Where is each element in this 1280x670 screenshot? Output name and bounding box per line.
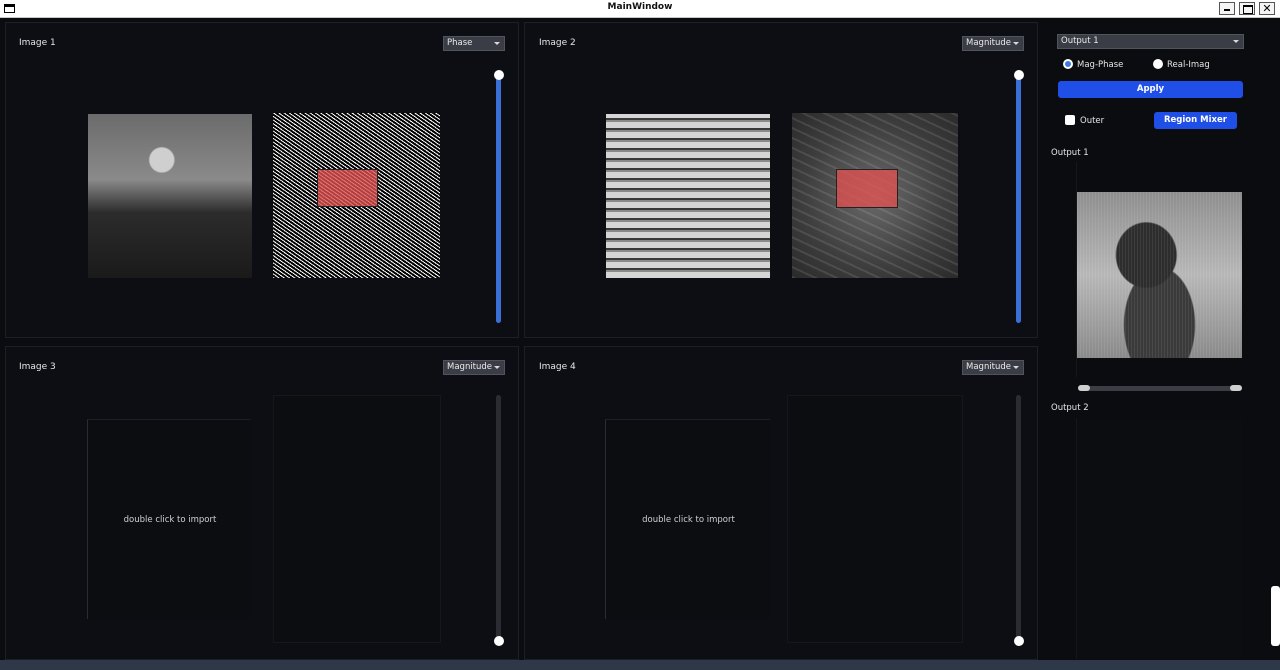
image-4-component-select[interactable]: Magnitude (962, 360, 1024, 375)
image-3-label: Image 3 (19, 362, 56, 372)
output-1-scrollbar[interactable] (1078, 386, 1242, 391)
image-3-weight-slider-track[interactable] (496, 395, 501, 641)
image-2-component-select[interactable]: Magnitude (962, 36, 1024, 51)
outer-label: Outer (1080, 116, 1105, 126)
image-1-region-selector[interactable] (317, 169, 378, 207)
image-panel-2: Image 2 Magnitude (524, 22, 1038, 338)
mag-phase-label: Mag-Phase (1077, 60, 1124, 70)
real-imag-radio[interactable] (1153, 59, 1163, 69)
close-icon: ✕ (1262, 2, 1272, 15)
maximize-button[interactable] (1239, 2, 1255, 15)
output-1-view (1077, 192, 1242, 358)
output-1-scroll-right[interactable] (1230, 385, 1242, 391)
output-target-select[interactable]: Output 1 (1057, 34, 1244, 49)
image-3-weight-slider-handle[interactable] (494, 636, 504, 646)
mag-phase-radio[interactable] (1063, 59, 1073, 69)
apply-button[interactable]: Apply (1058, 81, 1243, 98)
image-4-label: Image 4 (539, 362, 576, 372)
real-imag-label: Real-Imag (1167, 60, 1210, 70)
close-button[interactable]: ✕ (1259, 2, 1275, 15)
output-2-view (1077, 419, 1242, 659)
image-4-original-view[interactable]: double click to import (605, 419, 770, 619)
image-2-label: Image 2 (539, 38, 576, 48)
image-panel-1: Image 1 Phase (5, 22, 519, 338)
image-2-region-selector[interactable] (836, 169, 898, 208)
image-3-ft-view[interactable] (273, 395, 441, 643)
image-1-component-select[interactable]: Phase (443, 36, 505, 51)
window-edge-scroll-handle[interactable] (1271, 586, 1280, 646)
outer-checkbox[interactable] (1065, 115, 1075, 125)
image-4-import-hint: double click to import (642, 515, 735, 525)
image-1-weight-slider-track[interactable] (496, 75, 501, 323)
output-1-label: Output 1 (1051, 148, 1089, 158)
image-2-weight-slider-fill (1016, 75, 1021, 323)
image-3-import-hint: double click to import (123, 515, 217, 525)
image-1-label: Image 1 (19, 38, 56, 48)
output-1-scroll-left[interactable] (1078, 385, 1090, 391)
output-controls-panel: Output 1 Mag-Phase Real-Imag Apply Outer… (1042, 22, 1268, 660)
image-panel-4: Image 4 Magnitude double click to import (524, 346, 1038, 660)
window-titlebar: MainWindow ✕ (0, 0, 1280, 18)
image-1-ft-view[interactable] (273, 113, 440, 278)
image-4-weight-slider-handle[interactable] (1014, 636, 1024, 646)
image-4-ft-view[interactable] (787, 395, 963, 643)
minimize-button[interactable] (1219, 2, 1235, 15)
image-4-weight-slider-track[interactable] (1016, 395, 1021, 641)
window-title: MainWindow (607, 2, 673, 12)
image-1-weight-slider-handle[interactable] (494, 70, 504, 80)
output-2-label: Output 2 (1051, 403, 1089, 413)
image-panel-3: Image 3 Magnitude double click to import (5, 346, 519, 660)
image-2-original-view[interactable] (606, 114, 770, 278)
image-2-ft-view[interactable] (792, 113, 958, 278)
image-1-original-view[interactable] (88, 114, 252, 278)
image-3-original-view[interactable]: double click to import (87, 419, 251, 619)
region-mixer-button[interactable]: Region Mixer (1154, 112, 1237, 129)
image-2-weight-slider-handle[interactable] (1014, 70, 1024, 80)
image-3-component-select[interactable]: Magnitude (443, 360, 505, 375)
status-bar (0, 660, 1280, 670)
image-2-weight-slider-track[interactable] (1016, 75, 1021, 323)
image-1-weight-slider-fill (496, 75, 501, 323)
